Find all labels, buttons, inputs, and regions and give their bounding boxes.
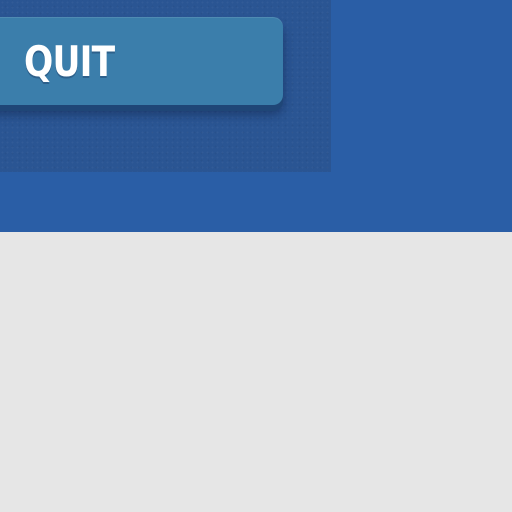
quit-button-label: QUIT (24, 37, 115, 86)
game-screen: QUIT (0, 0, 512, 512)
quit-button[interactable]: QUIT (0, 17, 283, 105)
menu-panel: QUIT (0, 0, 331, 172)
